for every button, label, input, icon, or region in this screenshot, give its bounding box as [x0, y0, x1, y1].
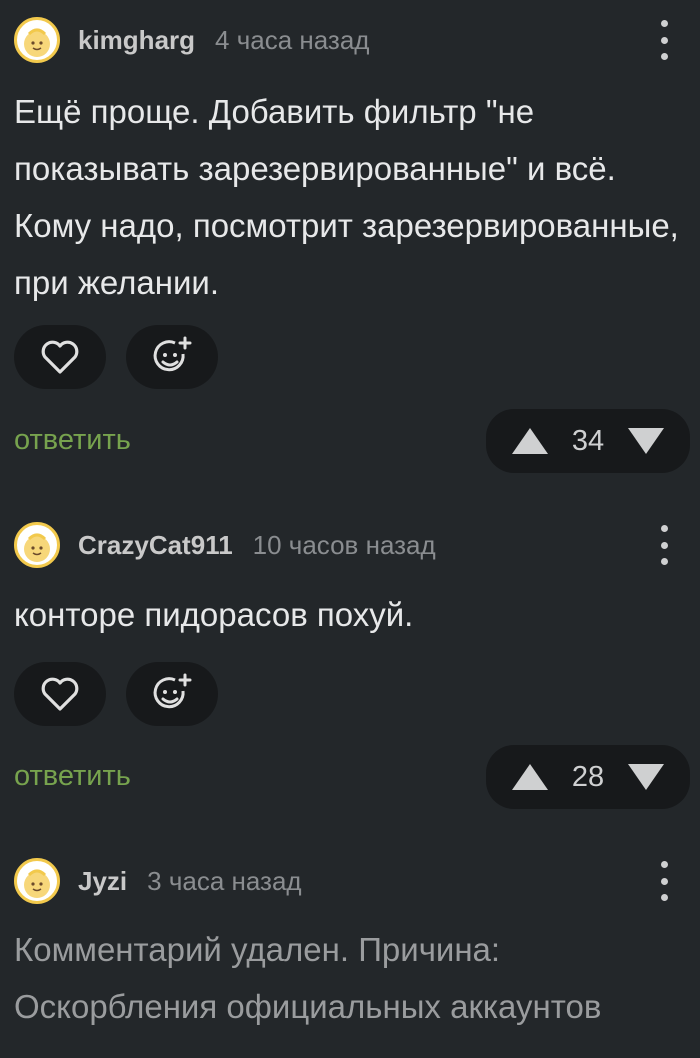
reply-link[interactable]: ответить — [14, 424, 131, 457]
comment: Jyzi 3 часа назад Комментарий удален. Пр… — [0, 830, 700, 1058]
more-vertical-icon[interactable] — [654, 861, 674, 901]
rating-count: 34 — [571, 424, 605, 457]
default-avatar-icon — [24, 869, 50, 898]
avatar[interactable] — [14, 522, 60, 568]
triangle-up-icon[interactable] — [510, 426, 550, 456]
vote-control: 34 — [486, 409, 690, 473]
add-emoji-icon — [153, 336, 192, 372]
comment-text: конторе пидорасов похуй. — [14, 596, 414, 633]
comment-header: Jyzi 3 часа назад — [14, 856, 302, 906]
comment: CrazyCat911 10 часов назад конторе пидор… — [0, 490, 700, 830]
more-vertical-icon[interactable] — [654, 20, 674, 60]
username[interactable]: kimgharg — [78, 25, 195, 56]
triangle-down-icon[interactable] — [626, 426, 666, 456]
comment-text: Комментарий удален. Причина: Оскорбления… — [14, 931, 602, 1025]
username[interactable]: Jyzi — [78, 866, 127, 897]
default-avatar-icon — [24, 533, 50, 562]
heart-icon — [41, 677, 79, 711]
reaction-button[interactable] — [126, 662, 218, 726]
reply-link[interactable]: ответить — [14, 760, 131, 793]
comment-text: Ещё проще. Добавить фильтр "не показыват… — [14, 93, 679, 301]
vote-control: 28 — [486, 745, 690, 809]
default-avatar-icon — [24, 28, 50, 57]
heart-icon — [41, 340, 79, 374]
username[interactable]: CrazyCat911 — [78, 530, 233, 561]
more-vertical-icon[interactable] — [654, 525, 674, 565]
rating-count: 28 — [571, 760, 605, 793]
comment: kimgharg 4 часа назад Ещё проще. Добавит… — [0, 0, 700, 490]
triangle-up-icon[interactable] — [510, 762, 550, 792]
timestamp: 3 часа назад — [147, 865, 302, 896]
triangle-down-icon[interactable] — [626, 762, 666, 792]
like-button[interactable] — [14, 662, 106, 726]
like-button[interactable] — [14, 325, 106, 389]
timestamp: 4 часа назад — [215, 24, 370, 55]
reaction-button[interactable] — [126, 325, 218, 389]
timestamp: 10 часов назад — [252, 529, 436, 560]
avatar[interactable] — [14, 858, 60, 904]
comment-header: CrazyCat911 10 часов назад — [14, 520, 436, 570]
add-emoji-icon — [153, 673, 192, 709]
comment-header: kimgharg 4 часа назад — [14, 15, 369, 65]
avatar[interactable] — [14, 17, 60, 63]
